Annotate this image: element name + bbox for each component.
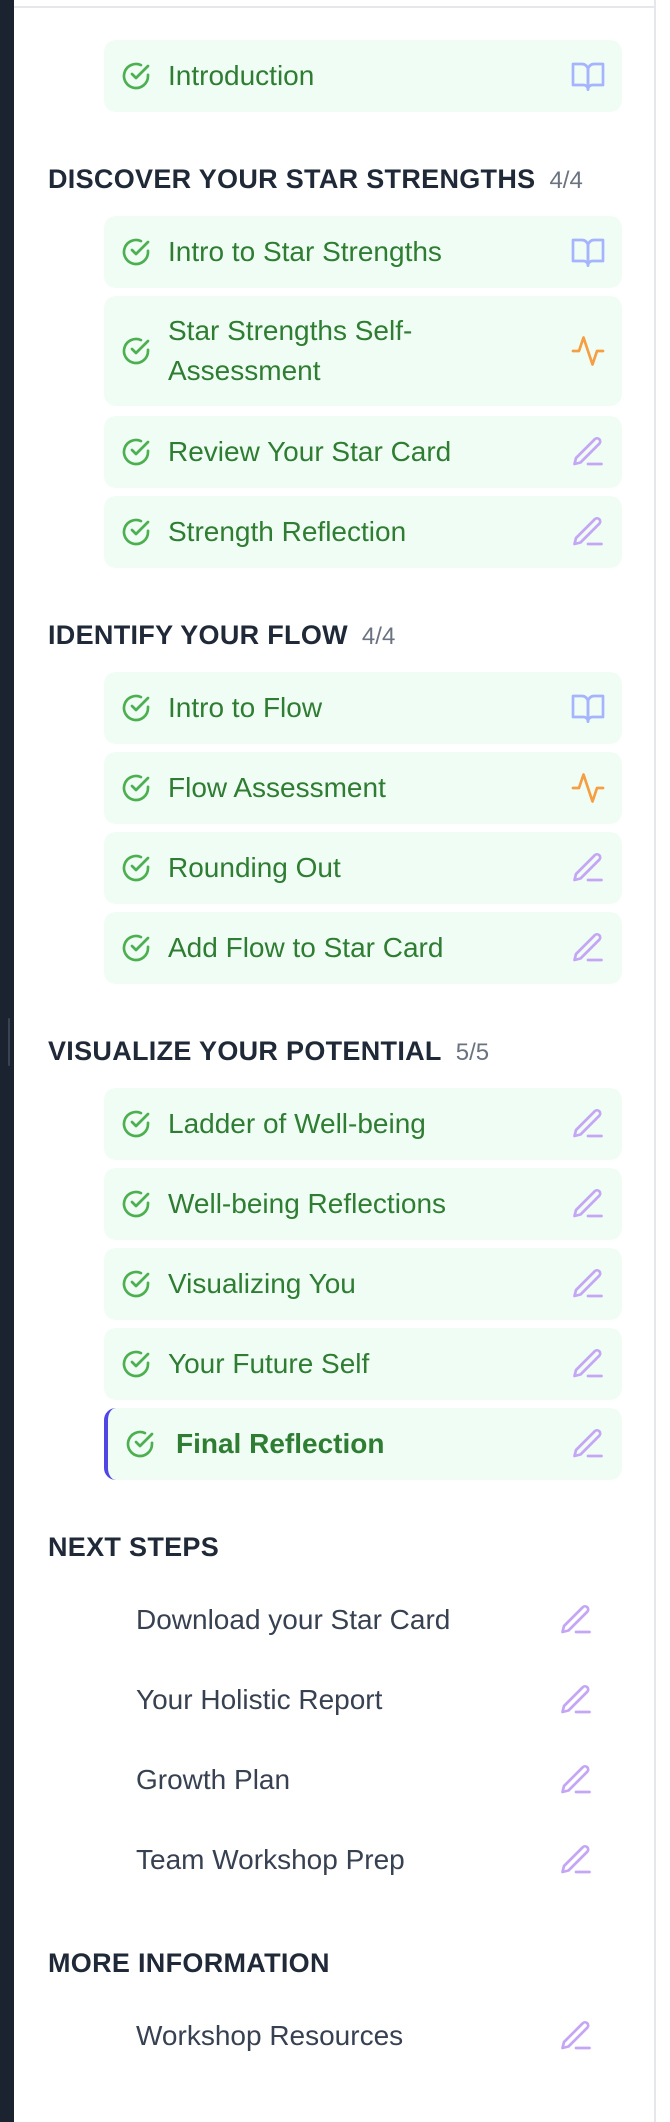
nav-item-label: Download your Star Card <box>136 1604 451 1635</box>
activity-icon <box>570 770 606 806</box>
nav-item-label: Ladder of Well-being <box>168 1108 426 1139</box>
nav-item-holistic-report[interactable]: Your Holistic Report <box>104 1664 622 1736</box>
nav-item-workshop-resources[interactable]: Workshop Resources <box>104 2000 622 2072</box>
nav-item-label: Intro to Flow <box>168 692 323 723</box>
check-circle-icon <box>120 1188 152 1220</box>
nav-item-label: Your Holistic Report <box>136 1684 383 1715</box>
pencil-icon <box>558 1842 594 1878</box>
section-title-text: NEXT STEPS <box>48 1532 220 1562</box>
pencil-icon <box>558 2018 594 2054</box>
nav-item-visualizing-you[interactable]: Visualizing You <box>104 1248 622 1320</box>
book-icon <box>570 58 606 94</box>
check-circle-icon <box>120 852 152 884</box>
check-circle-icon <box>120 436 152 468</box>
pencil-icon <box>570 1426 606 1462</box>
check-circle-icon <box>120 236 152 268</box>
nav-item-strength-reflection[interactable]: Strength Reflection <box>104 496 622 568</box>
nav-item-intro-to-flow[interactable]: Intro to Flow <box>104 672 622 744</box>
nav-item-flow-assessment[interactable]: Flow Assessment <box>104 752 622 824</box>
check-circle-icon <box>120 1348 152 1380</box>
pencil-icon <box>570 930 606 966</box>
nav-item-well-being-reflections[interactable]: Well-being Reflections <box>104 1168 622 1240</box>
pencil-icon <box>570 434 606 470</box>
nav-item-label: Workshop Resources <box>136 2020 404 2051</box>
activity-icon <box>570 333 606 369</box>
nav-item-team-workshop-prep[interactable]: Team Workshop Prep <box>104 1824 622 1896</box>
nav-item-download-star-card[interactable]: Download your Star Card <box>104 1584 622 1656</box>
nav-item-label: Intro to Star Strengths <box>168 236 442 267</box>
check-circle-icon <box>120 335 152 367</box>
section-title-potential[interactable]: VISUALIZE YOUR POTENTIAL 5/5 <box>48 1036 489 1067</box>
nav-item-label: Growth Plan <box>136 1764 291 1795</box>
divider <box>14 6 654 8</box>
pencil-icon <box>558 1602 594 1638</box>
section-title-strengths[interactable]: DISCOVER YOUR STAR STRENGTHS 4/4 <box>48 164 583 195</box>
nav-item-intro-to-star-strengths[interactable]: Intro to Star Strengths <box>104 216 622 288</box>
section-title-text: DISCOVER YOUR STAR STRENGTHS <box>48 164 536 194</box>
pencil-icon <box>558 1682 594 1718</box>
pencil-icon <box>570 1266 606 1302</box>
pencil-icon <box>570 1186 606 1222</box>
nav-item-label: Flow Assessment <box>168 772 386 803</box>
nav-item-label: Strength Reflection <box>168 516 407 547</box>
check-circle-icon <box>120 1268 152 1300</box>
nav-item-label: Team Workshop Prep <box>136 1844 405 1875</box>
nav-item-introduction[interactable]: Introduction <box>104 40 622 112</box>
section-title-text: IDENTIFY YOUR FLOW <box>48 620 348 650</box>
nav-item-rounding-out[interactable]: Rounding Out <box>104 832 622 904</box>
nav-item-label: Introduction <box>168 60 315 91</box>
nav-item-label: Review Your Star Card <box>168 436 452 467</box>
nav-item-label: Visualizing You <box>168 1268 356 1299</box>
section-progress-count: 4/4 <box>361 623 396 650</box>
nav-item-star-strengths-self-assessment[interactable]: Star Strengths Self-Assessment <box>104 296 622 406</box>
pencil-icon <box>570 1106 606 1142</box>
nav-item-final-reflection[interactable]: Final Reflection <box>104 1408 622 1480</box>
app-sidebar-edge <box>0 0 14 2122</box>
section-progress-count: 4/4 <box>549 167 583 194</box>
check-circle-icon <box>120 60 152 92</box>
resize-handle[interactable] <box>8 1018 10 1066</box>
nav-item-label: Rounding Out <box>168 852 341 883</box>
check-circle-icon <box>120 692 152 724</box>
section-title-text: MORE INFORMATION <box>48 1948 330 1978</box>
pencil-icon <box>570 514 606 550</box>
nav-item-label: Your Future Self <box>168 1348 370 1379</box>
nav-item-your-future-self[interactable]: Your Future Self <box>104 1328 622 1400</box>
pencil-icon <box>558 1762 594 1798</box>
book-icon <box>570 690 606 726</box>
nav-item-review-your-star-card[interactable]: Review Your Star Card <box>104 416 622 488</box>
panel-border <box>654 0 656 2122</box>
nav-item-label: Well-being Reflections <box>168 1188 447 1219</box>
check-circle-icon <box>120 1108 152 1140</box>
nav-item-add-flow-to-star-card[interactable]: Add Flow to Star Card <box>104 912 622 984</box>
check-circle-icon <box>120 772 152 804</box>
section-title-more-information[interactable]: MORE INFORMATION <box>48 1948 330 1979</box>
nav-item-ladder-of-well-being[interactable]: Ladder of Well-being <box>104 1088 622 1160</box>
check-circle-icon <box>120 516 152 548</box>
nav-item-label: Star Strengths Self-Assessment <box>168 315 413 386</box>
check-circle-icon <box>124 1428 156 1460</box>
nav-item-label: Final Reflection <box>176 1428 385 1459</box>
section-title-flow[interactable]: IDENTIFY YOUR FLOW 4/4 <box>48 620 395 651</box>
nav-item-growth-plan[interactable]: Growth Plan <box>104 1744 622 1816</box>
section-progress-count: 5/5 <box>455 1039 490 1066</box>
section-title-next-steps[interactable]: NEXT STEPS <box>48 1532 219 1563</box>
section-title-text: VISUALIZE YOUR POTENTIAL <box>48 1036 442 1066</box>
check-circle-icon <box>120 932 152 964</box>
pencil-icon <box>570 850 606 886</box>
pencil-icon <box>570 1346 606 1382</box>
nav-item-label: Add Flow to Star Card <box>168 932 444 963</box>
book-icon <box>570 234 606 270</box>
